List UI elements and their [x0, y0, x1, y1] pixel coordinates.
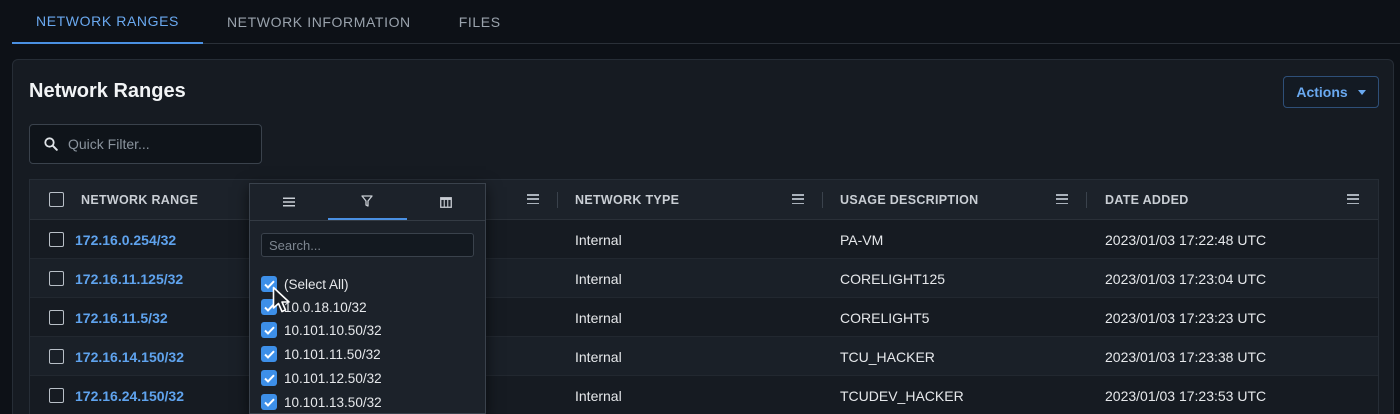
network-type-cell: Internal: [575, 270, 622, 287]
search-icon: [44, 137, 58, 151]
network-type-cell: Internal: [575, 231, 622, 248]
column-separator[interactable]: [1086, 192, 1087, 208]
select-all-rows-checkbox[interactable]: [49, 192, 64, 207]
network-type-cell: Internal: [575, 309, 622, 326]
actions-label: Actions: [1296, 84, 1348, 100]
checkbox-checked-icon[interactable]: [261, 394, 277, 410]
column-menu-tab-columns[interactable]: [407, 184, 485, 220]
tab-network-information[interactable]: NETWORK INFORMATION: [203, 0, 435, 44]
date-added-cell: 2023/01/03 17:23:53 UTC: [1105, 387, 1267, 404]
column-menu-tabs: [250, 184, 485, 221]
checkbox-checked-icon[interactable]: [261, 322, 277, 338]
filter-option-label: 10.101.12.50/32: [284, 370, 382, 386]
row-checkbox[interactable]: [49, 388, 64, 403]
usage-description-cell: PA-VM: [840, 231, 884, 248]
column-menu-icon[interactable]: [1056, 194, 1068, 204]
filter-option[interactable]: 10.101.11.50/32: [261, 343, 381, 365]
row-checkbox[interactable]: [49, 271, 64, 286]
column-menu-icon[interactable]: [792, 194, 804, 204]
network-range-link[interactable]: 172.16.11.5/32: [75, 298, 168, 337]
column-menu-tab-general[interactable]: [250, 184, 328, 220]
caret-down-icon: [1357, 89, 1366, 95]
row-checkbox[interactable]: [49, 349, 64, 364]
date-added-cell: 2023/01/03 17:23:04 UTC: [1105, 270, 1267, 287]
menu-icon: [283, 197, 296, 207]
network-range-link[interactable]: 172.16.24.150/32: [75, 376, 184, 414]
table-row[interactable]: 172.16.24.150/32 Internal TCUDEV_HACKER …: [30, 376, 1378, 414]
columns-icon: [439, 196, 452, 208]
quick-filter: [29, 124, 262, 164]
quick-filter-input[interactable]: [68, 136, 238, 152]
filter-option-label: 10.0.18.10/32: [284, 299, 367, 315]
date-added-cell: 2023/01/03 17:23:38 UTC: [1105, 348, 1267, 365]
filter-option-label: (Select All): [284, 276, 349, 292]
table-row[interactable]: 172.16.11.125/32 Internal CORELIGHT125 2…: [30, 259, 1378, 298]
checkbox-checked-icon[interactable]: [261, 370, 277, 386]
date-added-cell: 2023/01/03 17:22:48 UTC: [1105, 231, 1267, 248]
tab-network-ranges[interactable]: NETWORK RANGES: [12, 0, 203, 44]
filter-option[interactable]: 10.101.12.50/32: [261, 367, 382, 389]
panel-title: Network Ranges: [29, 80, 186, 102]
header-network-type[interactable]: NETWORK TYPE: [575, 180, 679, 220]
filter-option-label: 10.101.10.50/32: [284, 322, 382, 338]
actions-button[interactable]: Actions: [1283, 76, 1379, 108]
column-separator[interactable]: [557, 192, 558, 208]
header-usage-description[interactable]: USAGE DESCRIPTION: [840, 180, 978, 220]
table-row[interactable]: 172.16.0.254/32 Internal PA-VM 2023/01/0…: [30, 220, 1378, 259]
filter-option-label: 10.101.11.50/32: [284, 346, 381, 362]
network-type-cell: Internal: [575, 387, 622, 404]
network-type-cell: Internal: [575, 348, 622, 365]
mouse-cursor-icon: [272, 286, 290, 313]
usage-description-cell: CORELIGHT125: [840, 270, 946, 287]
tab-files[interactable]: FILES: [435, 0, 525, 44]
filter-icon: [361, 195, 374, 207]
header-network-range[interactable]: NETWORK RANGE: [81, 180, 198, 220]
table-row[interactable]: 172.16.14.150/32 Internal TCU_HACKER 202…: [30, 337, 1378, 376]
tab-bar: NETWORK RANGES NETWORK INFORMATION FILES: [12, 0, 1400, 44]
row-checkbox[interactable]: [49, 310, 64, 325]
usage-description-cell: TCUDEV_HACKER: [840, 387, 964, 404]
filter-option-label: 10.101.13.50/32: [284, 394, 382, 410]
filter-option[interactable]: 10.101.10.50/32: [261, 319, 382, 341]
usage-description-cell: CORELIGHT5: [840, 309, 930, 326]
column-filter-search-input[interactable]: [261, 233, 474, 257]
network-ranges-panel: Network Ranges Actions NETWORK RANGE NET…: [12, 59, 1394, 414]
network-range-link[interactable]: 172.16.14.150/32: [75, 337, 184, 376]
column-menu-icon[interactable]: [527, 194, 539, 204]
column-menu-icon[interactable]: [1347, 194, 1359, 204]
checkbox-checked-icon[interactable]: [261, 346, 277, 362]
network-ranges-grid: NETWORK RANGE NETWORK TYPE USAGE DESCRIP…: [29, 179, 1379, 414]
network-range-link[interactable]: 172.16.11.125/32: [75, 259, 183, 298]
header-date-added[interactable]: DATE ADDED: [1105, 180, 1189, 220]
date-added-cell: 2023/01/03 17:23:23 UTC: [1105, 309, 1267, 326]
filter-option[interactable]: 10.101.13.50/32: [261, 391, 382, 413]
usage-description-cell: TCU_HACKER: [840, 348, 935, 365]
column-separator[interactable]: [822, 192, 823, 208]
network-range-link[interactable]: 172.16.0.254/32: [75, 220, 176, 259]
grid-header: NETWORK RANGE NETWORK TYPE USAGE DESCRIP…: [30, 180, 1378, 220]
column-menu-tab-filter[interactable]: [328, 184, 407, 220]
row-checkbox[interactable]: [49, 232, 64, 247]
table-row[interactable]: 172.16.11.5/32 Internal CORELIGHT5 2023/…: [30, 298, 1378, 337]
